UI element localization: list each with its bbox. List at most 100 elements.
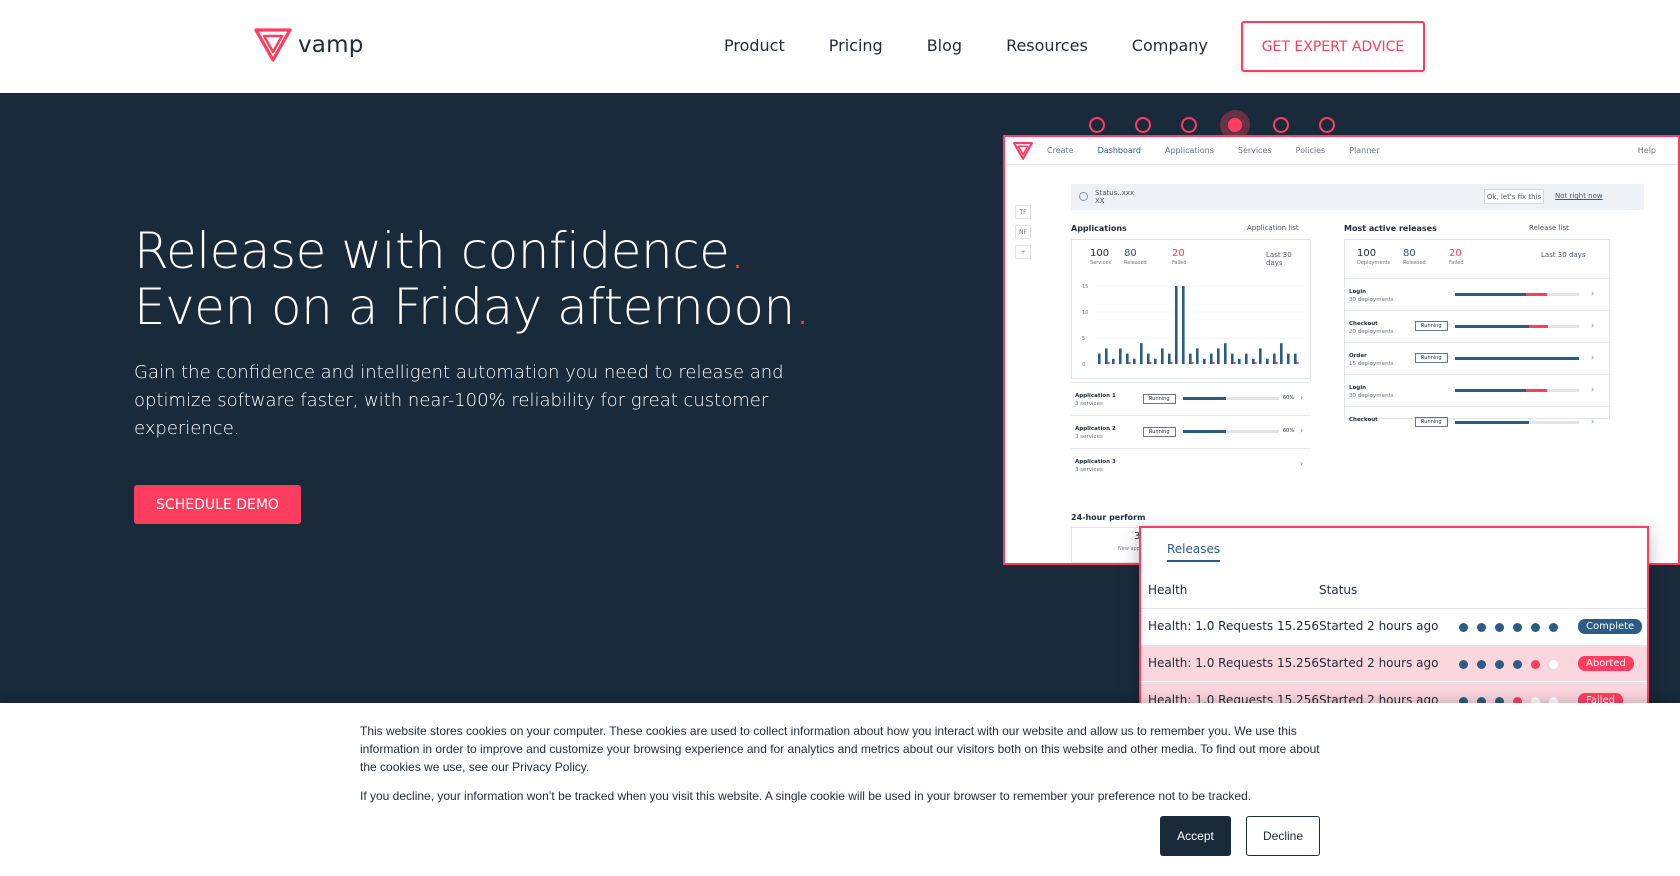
chart-bar-failed	[1128, 362, 1131, 364]
app-name: Application 23 services	[1075, 426, 1116, 440]
decor-ring	[1319, 117, 1335, 133]
chart-bar	[1126, 353, 1129, 364]
stage-dot	[1459, 660, 1468, 669]
chart-bar	[1203, 358, 1206, 364]
stage-dots	[1459, 623, 1558, 632]
chart-bar-failed	[1107, 362, 1110, 364]
release-row[interactable]: Login 30 deployments ›	[1345, 278, 1611, 311]
chevron-right-icon[interactable]: ›	[1591, 321, 1594, 330]
decline-cookies-button[interactable]: Decline	[1246, 816, 1320, 856]
dash-help[interactable]: Help	[1638, 146, 1656, 155]
release-name: Checkout	[1349, 417, 1378, 423]
dashboard-menu: Create Dashboard Applications Services P…	[1047, 146, 1380, 155]
chart-bar	[1266, 358, 1269, 364]
releases-card: 100 Deployments 80 Released 20 Failed Last …	[1344, 239, 1611, 427]
accept-cookies-button[interactable]: Accept	[1160, 816, 1231, 856]
cookie-decline-info: If you decline, your information won’t b…	[360, 789, 1252, 803]
chevron-right-icon[interactable]: ›	[1591, 353, 1594, 362]
release-progress-bar	[1455, 389, 1579, 392]
chart-bar	[1189, 353, 1192, 364]
chart-bar	[1182, 286, 1185, 364]
release-name: Checkout 20 deployments	[1349, 321, 1394, 335]
stat-released: 80 Released	[1124, 248, 1147, 266]
releases-tab[interactable]: Releases	[1167, 542, 1221, 562]
release-row[interactable]: Order 15 deployments Running ›	[1345, 342, 1611, 375]
application-row[interactable]: Application 23 services Running 60% ›	[1071, 415, 1311, 448]
chart-bar	[1168, 353, 1171, 364]
schedule-demo-button[interactable]: SCHEDULE DEMO	[134, 485, 301, 524]
chevron-right-icon[interactable]: ›	[1300, 459, 1303, 468]
dash-menu-dashboard[interactable]: Dashboard	[1098, 146, 1141, 155]
chart-bar	[1245, 353, 1248, 364]
chart-bar	[1140, 343, 1143, 364]
applications-bar-chart: 15 10 5 0	[1082, 284, 1304, 368]
dashboard-screenshot: Create Dashboard Applications Services P…	[1003, 135, 1680, 565]
hero-subtitle: Gain the confidence and intelligent auto…	[134, 362, 784, 439]
side-add[interactable]: +	[1015, 245, 1031, 259]
chevron-right-icon[interactable]: ›	[1300, 426, 1303, 435]
stat-failed: 20 Failed	[1172, 248, 1187, 266]
release-row[interactable]: Login 30 deployments ›	[1345, 374, 1611, 407]
chevron-right-icon[interactable]: ›	[1300, 393, 1303, 402]
logo[interactable]: vamp	[254, 28, 364, 62]
application-row[interactable]: Application 33 services ›	[1071, 448, 1311, 481]
headline-line-1: Release with confidence	[134, 222, 730, 280]
stage-dot	[1531, 623, 1540, 632]
dash-menu-planner[interactable]: Planner	[1349, 146, 1379, 155]
chart-bar	[1175, 286, 1178, 364]
dash-menu-create[interactable]: Create	[1047, 146, 1074, 155]
nav-pricing[interactable]: Pricing	[829, 36, 883, 55]
nav-resources[interactable]: Resources	[1006, 36, 1088, 55]
health-column-header: Health	[1148, 583, 1188, 597]
dash-menu-services[interactable]: Services	[1238, 146, 1272, 155]
decor-ring	[1135, 117, 1151, 133]
dash-menu-policies[interactable]: Policies	[1296, 146, 1326, 155]
chart-bar	[1224, 343, 1227, 364]
rel-range-select[interactable]: Last 30 days	[1541, 251, 1585, 259]
release-list-link[interactable]: Release list	[1529, 224, 1569, 232]
application-list-link[interactable]: Application list	[1247, 224, 1299, 232]
stage-dot	[1495, 660, 1504, 669]
chevron-right-icon[interactable]: ›	[1591, 385, 1594, 394]
status-cell: Started 2 hours ago	[1319, 619, 1439, 633]
hero-headline: Release with confidence. Even on a Frida…	[134, 222, 811, 335]
health-cell: Health: 1.0 Requests 15.256	[1148, 619, 1319, 633]
chart-bar	[1294, 353, 1297, 364]
status-column-header: Status	[1319, 583, 1358, 597]
chevron-right-icon[interactable]: ›	[1591, 289, 1594, 298]
status-text: Status..xxx XX	[1095, 189, 1134, 205]
release-row[interactable]: Checkout Running ›	[1345, 406, 1611, 439]
release-panel-row[interactable]: Health: 1.0 Requests 15.256 Started 2 hou…	[1141, 608, 1647, 644]
nav-blog[interactable]: Blog	[927, 36, 962, 55]
stat-deployments: 100 Deployments	[1357, 248, 1391, 266]
stage-dot	[1513, 660, 1522, 669]
nav-company[interactable]: Company	[1132, 36, 1208, 55]
dash-menu-applications[interactable]: Applications	[1165, 146, 1214, 155]
release-row[interactable]: Checkout 20 deployments Running ›	[1345, 310, 1611, 343]
progress-bar	[1183, 430, 1279, 433]
applications-chart-card: 100 Services 80 Released 20 Failed Last 30 …	[1071, 239, 1311, 379]
release-panel-row[interactable]: Health: 1.0 Requests 15.256 Started 2 hou…	[1141, 645, 1647, 681]
chevron-right-icon[interactable]: ›	[1591, 417, 1594, 426]
release-name: Order 15 deployments	[1349, 353, 1394, 367]
get-expert-advice-button[interactable]: GET EXPERT ADVICE	[1241, 21, 1425, 72]
side-tf[interactable]: TF	[1015, 205, 1031, 219]
nav-product[interactable]: Product	[724, 36, 785, 55]
chart-bar	[1098, 353, 1101, 364]
logo-wordmark: vamp	[298, 32, 364, 58]
ok-fix-button[interactable]: Ok, let's fix this	[1484, 189, 1544, 204]
not-now-link[interactable]: Not right now	[1555, 192, 1603, 200]
side-nf[interactable]: NF	[1015, 225, 1031, 239]
status-sub: XX	[1095, 197, 1105, 205]
application-row[interactable]: Application 13 services Running 60% ›	[1071, 382, 1311, 415]
release-progress-bar	[1455, 357, 1579, 360]
stat-services: 100 Services	[1090, 248, 1112, 266]
chart-y-tick: 10	[1082, 310, 1088, 316]
stage-dot	[1549, 623, 1558, 632]
release-progress-bar	[1455, 293, 1579, 296]
stage-dots	[1459, 660, 1558, 669]
app-range-select[interactable]: Last 30 days	[1266, 251, 1310, 267]
chart-y-tick: 15	[1082, 284, 1088, 290]
stage-dot	[1549, 660, 1558, 669]
cookie-banner: This website stores cookies on your comp…	[0, 703, 1680, 876]
